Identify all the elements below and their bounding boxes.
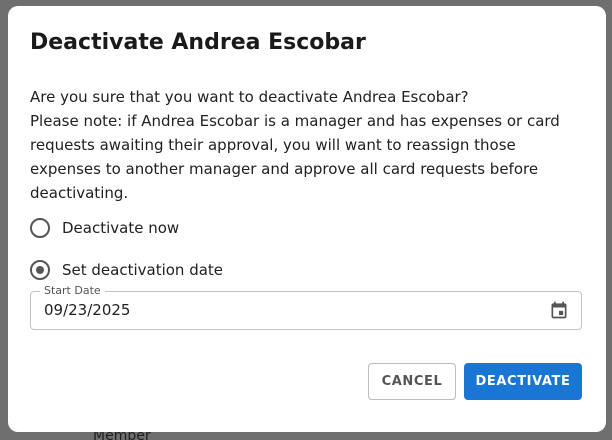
calendar-icon[interactable]: [549, 300, 569, 320]
confirmation-question: Are you sure that you want to deactivate…: [30, 88, 469, 106]
radio-button-checked[interactable]: [30, 260, 50, 280]
radio-label-deactivate-now: Deactivate now: [62, 219, 180, 237]
start-date-input[interactable]: 09/23/2025: [44, 301, 130, 319]
start-date-field[interactable]: Start Date 09/23/2025: [30, 284, 582, 330]
radio-button-unchecked[interactable]: [30, 218, 50, 238]
radio-label-set-date: Set deactivation date: [62, 261, 224, 279]
dialog-title: Deactivate Andrea Escobar: [30, 30, 366, 55]
start-date-label: Start Date: [40, 284, 105, 297]
dialog-body: Are you sure that you want to deactivate…: [30, 85, 585, 205]
deactivate-dialog: Deactivate Andrea Escobar Are you sure t…: [8, 6, 606, 432]
cancel-button[interactable]: CANCEL: [368, 363, 456, 400]
radio-deactivate-now[interactable]: Deactivate now: [30, 218, 179, 238]
deactivate-button[interactable]: DEACTIVATE: [464, 363, 582, 400]
deactivation-note: Please note: if Andrea Escobar is a mana…: [30, 112, 560, 202]
radio-set-deactivation-date[interactable]: Set deactivation date: [30, 260, 223, 280]
